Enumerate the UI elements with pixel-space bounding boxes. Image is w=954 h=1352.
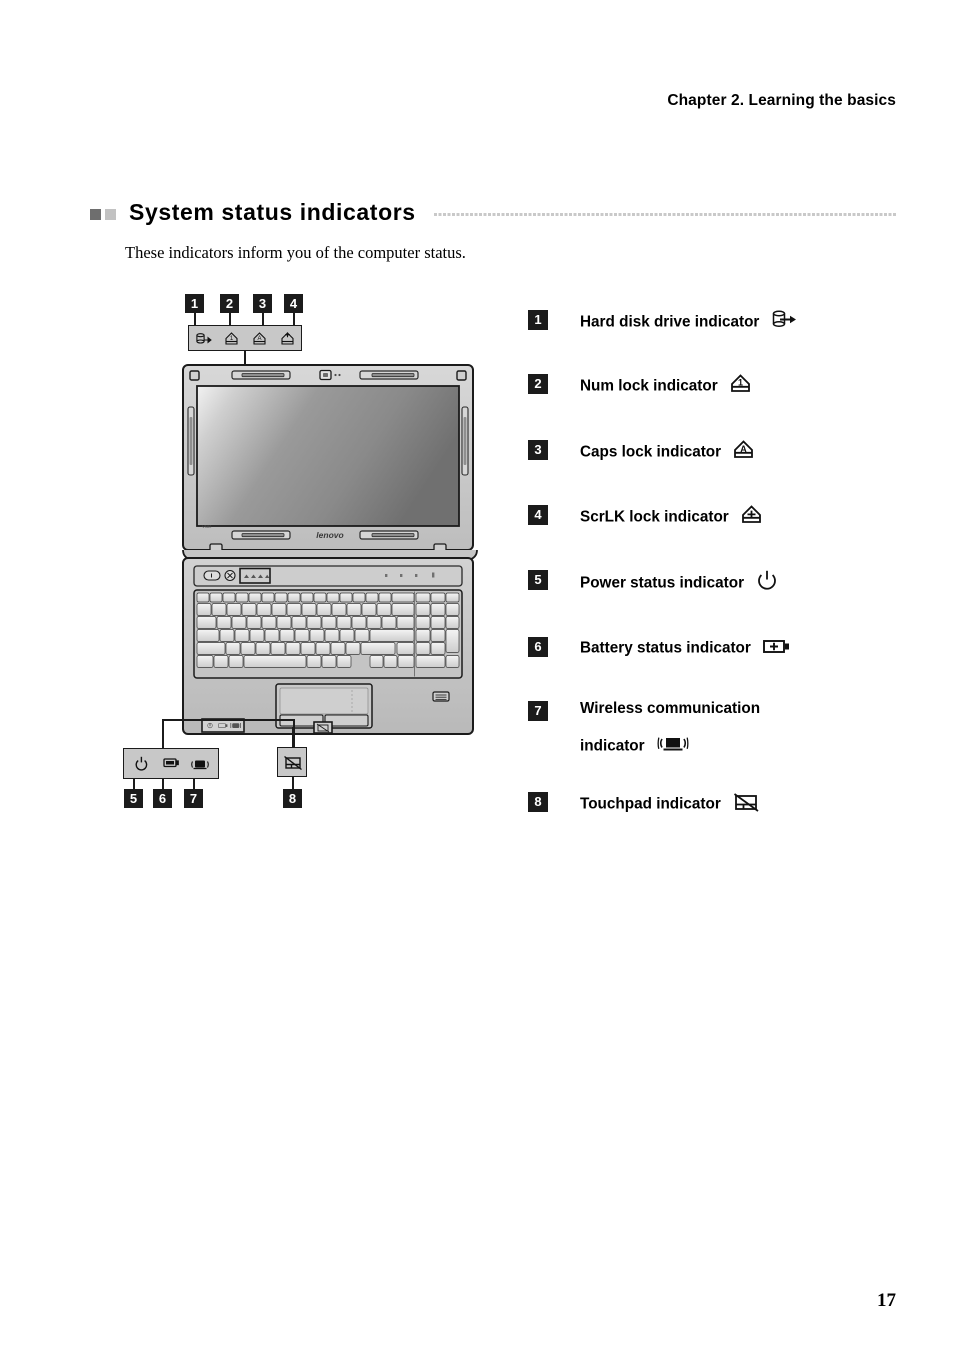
legend-badge-6: 6 [528,637,548,658]
legend-item-num-lock: 2 Num lock indicator 1 [528,374,928,399]
caps-lock-icon: A [732,439,756,464]
legend-label-5: Power status indicator [580,570,779,597]
legend-label-4: ScrLK lock indicator [580,505,764,530]
laptop-illustration: lenovo V580 [180,362,480,742]
svg-text:A: A [741,443,748,453]
legend-label-1: Hard disk drive indicator [580,310,799,335]
legend-badge-2: 2 [528,374,548,395]
legend-text-7b: indicator [580,737,645,755]
svg-text:V580: V580 [202,524,212,529]
page-number: 17 [877,1290,896,1311]
legend-badge-8: 8 [528,792,548,813]
leader-line-4 [293,313,295,325]
page-title: System status indicators [129,198,416,225]
legend-badge-1: 1 [528,310,548,330]
legend-item-wireless-communication: 7 Wireless communication indicator [528,701,928,760]
legend-text-8: Touchpad indicator [580,796,721,814]
leader-line-8 [292,777,294,789]
num-lock-icon: 1 [729,373,753,398]
legend-item-battery-status: 6 Battery status indicator [528,637,928,660]
legend-item-scroll-lock: 4 ScrLK lock indicator [528,504,928,530]
legend-text-7: Wireless communication [580,699,761,717]
legend-item-hard-disk-drive: 1 Hard disk drive indicator [528,310,928,335]
bullet-square-dark-icon [90,208,101,220]
intro-paragraph: These indicators inform you of the compu… [125,243,466,262]
legend-label-7: Wireless communication indicator [580,701,760,760]
legend-item-caps-lock: 3 Caps lock indicator A [528,439,928,465]
leader-line-touchpad [292,727,294,747]
leader-line-1 [194,313,196,325]
indicator-legend-list: 1 Hard disk drive indicator 2 Num lock i… [528,310,928,818]
legend-text-6: Battery status indicator [580,640,751,658]
leader-line-2 [229,313,231,325]
touchpad-indicator-box [277,747,307,777]
leader-line-front-horizontal [162,719,295,721]
leader-line-7 [193,779,195,789]
callout-badge-4: 4 [284,294,303,313]
scroll-lock-icon [740,504,764,529]
wireless-icon [656,733,690,758]
laptop-diagram: 1 2 3 4 1 A lenovo V580 5 6 7 8 [110,290,510,820]
callout-badge-8: 8 [283,789,302,808]
svg-text:lenovo: lenovo [316,530,343,540]
legend-text-1: Hard disk drive indicator [580,313,760,331]
callout-badge-1: 1 [185,294,204,313]
svg-text:1: 1 [738,378,743,388]
leader-line-5 [133,779,135,789]
callout-badge-7: 7 [184,789,203,808]
legend-text-7-line2: indicator [580,734,760,759]
legend-text-2: Num lock indicator [580,378,718,395]
hard-disk-drive-icon [771,309,799,334]
status-indicator-bar-front [123,748,219,779]
legend-label-8: Touchpad indicator [580,792,762,817]
status-indicator-bar-top: 1 A [188,325,302,351]
chapter-header: Chapter 2. Learning the basics [667,92,896,109]
legend-label-6: Battery status indicator [580,637,792,660]
power-icon [755,569,779,596]
callout-badge-5: 5 [124,789,143,808]
legend-text-5: Power status indicator [580,574,745,592]
callout-badge-2: 2 [220,294,239,313]
legend-badge-5: 5 [528,570,548,591]
legend-badge-3: 3 [528,439,548,460]
legend-badge-4: 4 [528,504,548,525]
svg-text:A: A [257,336,261,342]
legend-item-touchpad: 8 Touchpad indicator [528,792,928,817]
leader-line-front-down [162,719,164,749]
legend-badge-7: 7 [528,700,548,721]
callout-badge-3: 3 [253,294,272,313]
touchpad-icon [732,791,762,816]
legend-label-3: Caps lock indicator A [580,439,756,465]
leader-line-3 [262,313,264,325]
battery-icon [762,636,792,659]
leader-line-6 [162,779,164,789]
title-divider-rule [433,212,896,216]
legend-text-4: ScrLK lock indicator [580,508,729,526]
legend-text-3: Caps lock indicator [580,443,722,461]
legend-label-2: Num lock indicator 1 [580,374,753,399]
bullet-square-light-icon [105,208,116,220]
section-title: System status indicators [90,196,896,228]
callout-badge-6: 6 [153,789,172,808]
legend-item-power-status: 5 Power status indicator [528,570,928,597]
